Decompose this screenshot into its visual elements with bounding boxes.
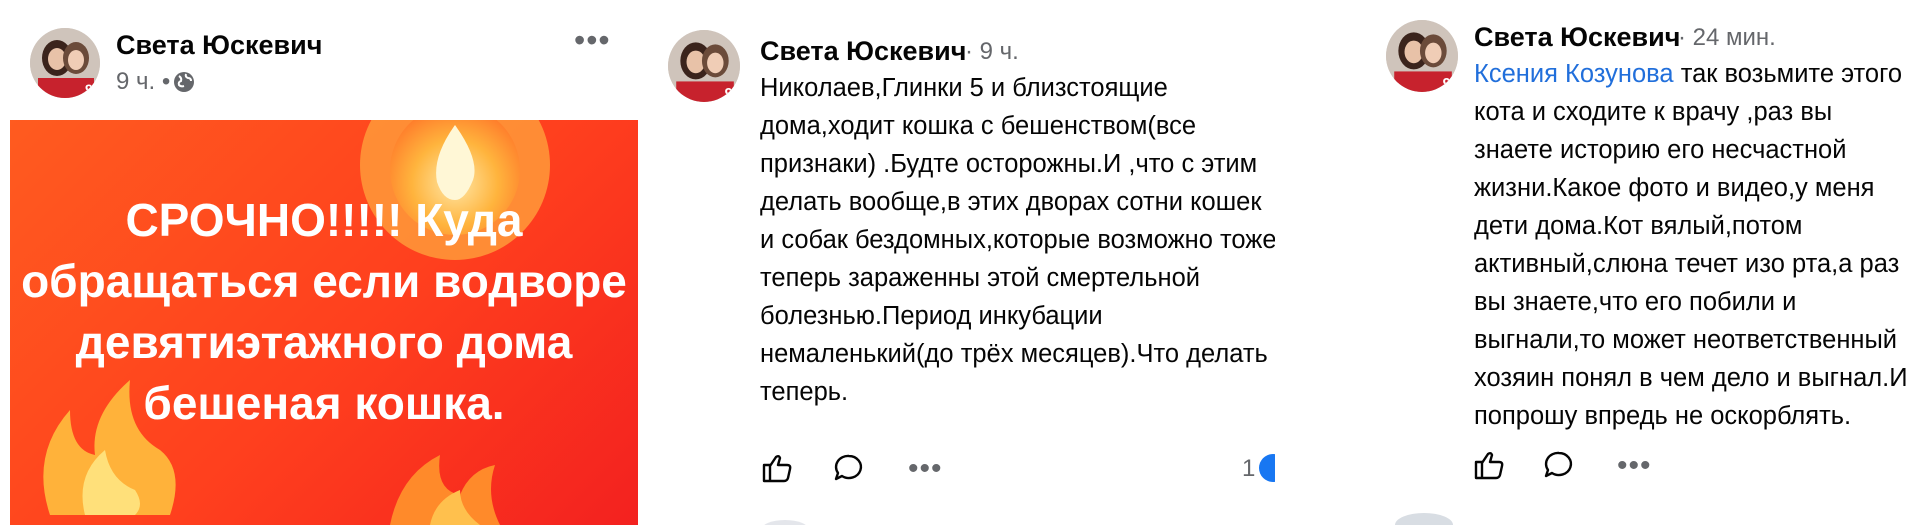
comment-timestamp[interactable]: · 24 мин. [1678,24,1776,52]
reaction-count[interactable]: 1 [1242,455,1255,483]
like-reaction-icon [1258,453,1275,483]
avatar[interactable]: 9 [1386,20,1458,92]
svg-text:9: 9 [85,81,93,97]
post-image[interactable]: СРОЧНО!!!!! Куда обращаться если водворе… [10,120,638,525]
speech-bubble-icon[interactable] [832,451,866,485]
thumbs-up-icon[interactable] [760,451,794,485]
comment-body: Николаев,Глинки 5 и близстоящие дома,ход… [760,74,1275,406]
svg-text:9: 9 [1443,76,1451,92]
comment-panel-2: 9 Света Юскевич · 24 мин. Ксения Козунов… [1380,0,1920,525]
next-comment-avatar-partial [760,510,810,525]
next-comment-avatar-partial [1394,505,1454,525]
post-panel: 9 Света Юскевич 9 ч. • ••• СРОЧНО!!!!! К… [0,0,650,525]
speech-bubble-icon[interactable] [1542,448,1576,482]
comment-author-name[interactable]: Света Юскевич [1474,22,1680,53]
post-image-text: СРОЧНО!!!!! Куда обращаться если водворе… [21,194,627,429]
comment-author-name[interactable]: Света Юскевич [760,36,966,67]
thumbs-up-icon[interactable] [1472,448,1506,482]
comment-panel-1: 9 Света Юскевич · 9 ч. Николаев,Глинки 5… [660,0,1275,525]
avatar[interactable]: 9 [30,28,100,98]
more-dots-icon[interactable]: ••• [908,454,943,484]
comment-body: Ксения Козунова так возьмите этого кота … [1474,55,1909,435]
comment-timestamp[interactable]: · 9 ч. [965,38,1019,66]
avatar[interactable]: 9 [668,30,740,102]
post-author-name[interactable]: Света Юскевич [116,30,322,61]
more-options-button[interactable]: ••• [574,24,611,56]
svg-text:9: 9 [725,86,733,102]
post-timestamp[interactable]: 9 ч. • [116,68,170,96]
mention-link[interactable]: Ксения Козунова [1474,60,1674,88]
more-dots-icon[interactable]: ••• [1617,451,1652,481]
comment-body-text: так возьмите этого кота и сходите к врач… [1474,60,1908,430]
globe-icon [174,72,194,92]
